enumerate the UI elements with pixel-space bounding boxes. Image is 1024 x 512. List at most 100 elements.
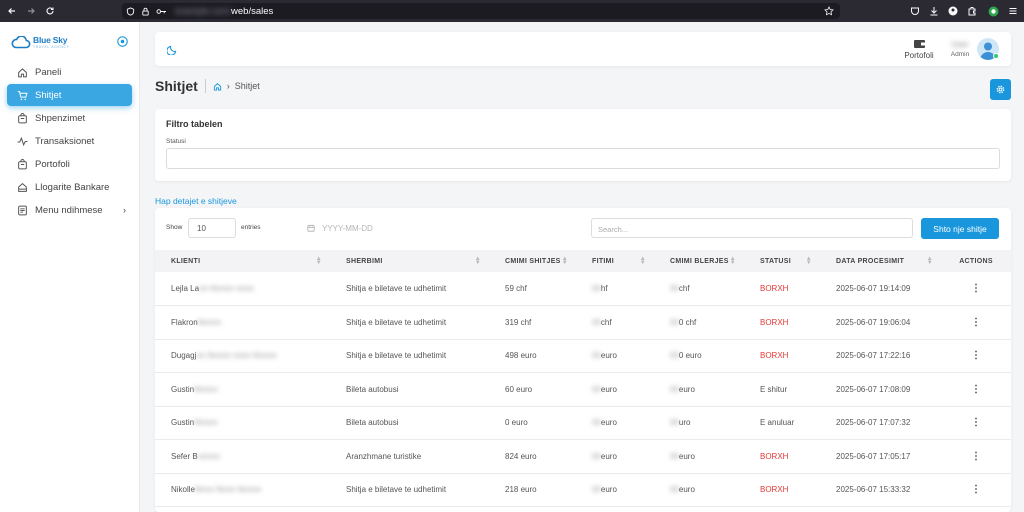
filter-card: Filtro tabelen Statusi [155, 109, 1011, 181]
column-header-label: DATA PROCESIMIT [836, 257, 905, 265]
forward-icon[interactable] [22, 2, 40, 20]
row-actions-menu-icon[interactable]: ⋮ [941, 439, 1011, 474]
client-name-redacted: Nnnnn [194, 418, 218, 428]
row-actions-menu-icon[interactable]: ⋮ [941, 406, 1011, 440]
back-icon[interactable] [3, 2, 21, 20]
portfolio-label: Portofoli [904, 51, 934, 60]
dark-mode-moon-icon[interactable] [167, 44, 178, 55]
cost-redacted: 00 [670, 485, 679, 495]
table-row[interactable]: Dugagjnn Nnnnn nnnn Nnnnn Shitja e bileta… [155, 339, 1011, 373]
sidebar-item-shpenzimet[interactable]: Shpenzimet [7, 107, 132, 129]
client-cell: NikolleNnnn Nnnn Nnnnn [155, 473, 330, 507]
bag-icon [15, 158, 29, 170]
status-filter-select[interactable] [166, 148, 1000, 169]
sidebar-item-portofoli[interactable]: Portofoli [7, 153, 132, 175]
menu-icon[interactable] [1004, 2, 1022, 20]
processing-date: 2025-06-07 17:05:17 [836, 451, 911, 461]
sidebar-item-label: Portofoli [35, 158, 70, 170]
bookmark-star-icon[interactable] [824, 6, 834, 16]
home-breadcrumb-icon[interactable] [213, 82, 222, 91]
column-header-actions[interactable]: ACTIONS [941, 250, 1011, 272]
table-body: Lejla Lann Nnnnn nnnn Shitja e biletave t… [155, 272, 1011, 507]
column-header-statusi[interactable]: STATUSI ▲ ▼ [744, 250, 820, 272]
sale-price: 59 chf [505, 284, 527, 293]
sales-details-link[interactable]: Hap detajet e shitjeve [155, 196, 237, 206]
profit-value: euro [600, 384, 617, 394]
add-sale-button[interactable]: Shto nje shitje [921, 218, 999, 239]
sidebar-item-label: Shpenzimet [35, 112, 86, 124]
row-actions-menu-icon[interactable]: ⋮ [941, 305, 1011, 340]
table-row[interactable]: NikolleNnnn Nnnn Nnnnn Shitja e biletave … [155, 473, 1011, 507]
cost-redacted: 00 [670, 451, 679, 461]
sidebar-item-paneli[interactable]: Paneli [7, 61, 132, 83]
user-info[interactable]: User Admin [948, 40, 972, 58]
column-header-label: SHERBIMI [346, 257, 383, 265]
topbar: Portofoli User Admin [155, 32, 1011, 66]
sidebar-item-menu-ndihmese[interactable]: Menu ndihmese › [7, 199, 132, 221]
profit-cell: 00euro [576, 339, 654, 373]
cost-redacted: 00 [670, 351, 679, 361]
cost-redacted: 00 [670, 317, 679, 327]
cost-value: euro [678, 485, 695, 495]
url-path: web/sales [231, 5, 274, 17]
settings-button[interactable] [990, 79, 1011, 100]
sidebar-item-transaksionet[interactable]: Transaksionet [7, 130, 132, 152]
column-header-cmimi-shitjes[interactable]: CMIMI SHITJES ▲ ▼ [489, 250, 576, 272]
portfolio-widget[interactable]: Portofoli [901, 38, 937, 60]
page-header: Shitjet › Shitjet [155, 78, 260, 94]
cost-cell: 00chf [654, 272, 744, 306]
column-header-cmimi-blerjes[interactable]: CMIMI BLERJES ▲ ▼ [654, 250, 744, 272]
sidebar-item-label: Menu ndihmese [35, 204, 103, 216]
column-header-data-procesimit[interactable]: DATA PROCESIMIT ▲ ▼ [820, 250, 941, 272]
breadcrumb-divider [204, 79, 206, 93]
sort-icon: ▲ ▼ [561, 256, 568, 266]
table-row[interactable]: GustinNnnnn Bileta autobusi 0 euro 00euro 00… [155, 406, 1011, 440]
table-row[interactable]: Lejla Lann Nnnnn nnnn Shitja e biletave t… [155, 272, 1011, 306]
extensions-icon[interactable] [963, 2, 981, 20]
activity-icon [15, 136, 29, 147]
table-row[interactable]: FlakronNnnnn Shitja e biletave te udhetim… [155, 305, 1011, 340]
date-filter-input[interactable]: YYYY-MM-DD [322, 224, 373, 233]
sidebar-item-shitjet[interactable]: Shitjet [7, 84, 132, 106]
profit-cell: 00euro [576, 473, 654, 507]
profit-redacted: 00 [592, 384, 601, 394]
table-row[interactable]: Sefer Bnnnnn Aranzhmane turistike 824 euro… [155, 439, 1011, 474]
brand-name: Blue Sky [33, 35, 68, 45]
account-icon[interactable] [944, 2, 962, 20]
address-bar[interactable]: example.com/ web/sales [122, 3, 840, 19]
extension-green-icon[interactable] [984, 2, 1002, 20]
cost-cell: 00euro [654, 372, 744, 407]
column-header-sherbimi[interactable]: SHERBIMI ▲ ▼ [330, 250, 489, 272]
reload-icon[interactable] [41, 2, 59, 20]
status-cell: BORXH [744, 305, 820, 340]
service-cell: Shitja e biletave te udhetimit [330, 339, 489, 373]
column-header-fitimi[interactable]: FITIMI ▲ ▼ [576, 250, 654, 272]
sort-icon: ▲ ▼ [315, 256, 322, 266]
bank-icon [15, 182, 29, 193]
pocket-icon[interactable] [906, 2, 924, 20]
sidebar-item-llogarite-bankare[interactable]: Llogarite Bankare [7, 176, 132, 198]
service-name: Shitja e biletave te udhetimit [346, 317, 447, 327]
date-cell: 2025-06-07 17:08:09 [820, 372, 941, 407]
sidebar: Blue Sky TRAVEL AGENCY Paneli Shitjet Shpe… [0, 22, 140, 512]
service-name: Bileta autobusi [346, 384, 399, 394]
sort-icon: ▲ ▼ [729, 256, 736, 266]
sidebar-item-label: Shitjet [35, 89, 62, 101]
cost-value: chf [678, 284, 690, 293]
column-header-label: KLIENTI [171, 257, 201, 265]
table-row[interactable]: GustinNnnnn Bileta autobusi 60 euro 00euro 0… [155, 372, 1011, 407]
brand-logo[interactable]: Blue Sky TRAVEL AGENCY [11, 35, 70, 49]
entries-select[interactable]: 10 [188, 218, 236, 238]
cost-cell: 00uro [654, 406, 744, 440]
download-icon[interactable] [925, 2, 943, 20]
row-actions-menu-icon[interactable]: ⋮ [941, 339, 1011, 373]
sidebar-toggle-icon[interactable] [117, 36, 128, 47]
row-actions-menu-icon[interactable]: ⋮ [941, 473, 1011, 507]
service-name: Bileta autobusi [346, 418, 399, 428]
processing-date: 2025-06-07 17:22:16 [836, 351, 911, 361]
row-actions-menu-icon[interactable]: ⋮ [941, 272, 1011, 306]
column-header-klienti[interactable]: KLIENTI ▲ ▼ [155, 250, 330, 272]
row-actions-menu-icon[interactable]: ⋮ [941, 372, 1011, 407]
search-input[interactable]: Search... [591, 218, 913, 238]
processing-date: 2025-06-07 17:08:09 [836, 384, 911, 394]
